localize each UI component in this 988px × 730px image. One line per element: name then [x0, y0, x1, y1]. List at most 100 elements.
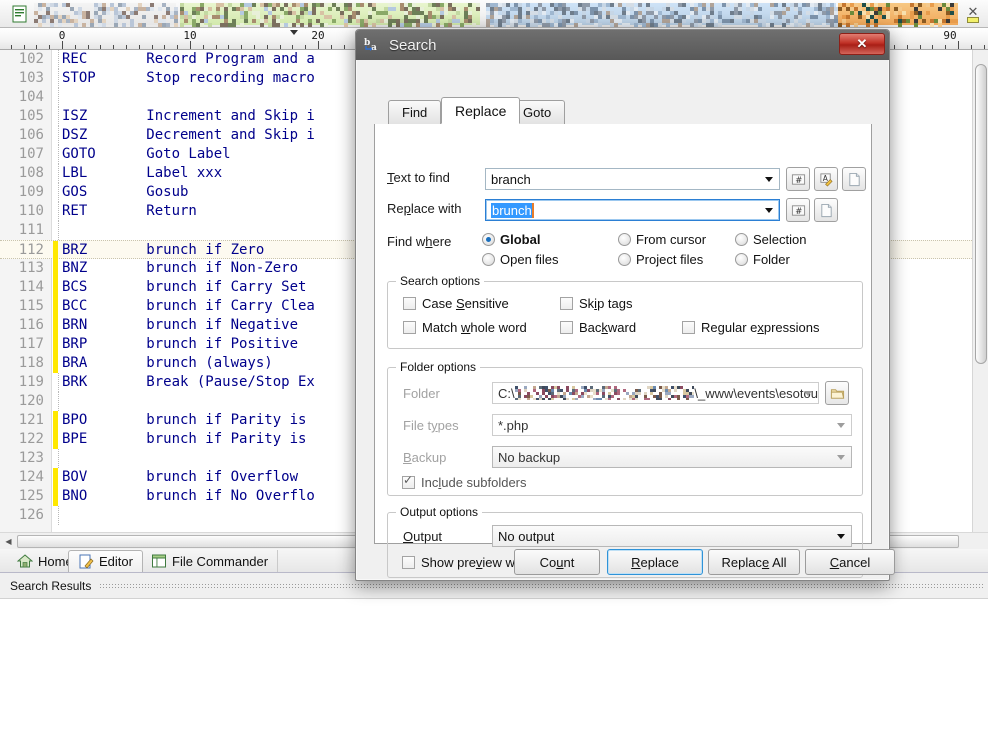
radio-folder-label: Folder	[753, 252, 790, 267]
checkbox-icon	[402, 473, 415, 489]
radio-folder[interactable]: Folder	[735, 252, 790, 267]
text-to-find-label: Text to find	[387, 170, 450, 185]
tab-file-commander[interactable]: File Commander	[142, 550, 279, 572]
chevron-down-icon[interactable]	[837, 534, 845, 539]
backup-select[interactable]: No backup	[492, 446, 852, 468]
file-types-value: *.php	[498, 417, 529, 433]
line-number: 104	[18, 89, 44, 105]
ruler-tick	[344, 45, 345, 49]
editor-vertical-scrollbar-thumb[interactable]	[975, 64, 987, 364]
line-number: 121	[18, 412, 44, 428]
page-icon	[848, 172, 860, 186]
search-results-pane[interactable]	[0, 598, 988, 730]
replace-insert-special-char-button[interactable]: #	[786, 198, 810, 222]
replace-button[interactable]: Replace	[607, 549, 703, 575]
checkbox-case-sensitive[interactable]: Case Sensitive	[403, 296, 509, 311]
redacted-toolbar-icons-blue[interactable]	[486, 3, 838, 27]
find-insert-special-char-button[interactable]: #	[786, 167, 810, 191]
search-dialog[interactable]: b a Search ✕ Find Replace Goto Text to f…	[355, 29, 895, 581]
ruler-tick	[113, 45, 114, 49]
redacted-toolbar-icons-green[interactable]	[180, 3, 480, 27]
tab-editor[interactable]: Editor	[68, 550, 143, 572]
output-select[interactable]: No output	[492, 525, 852, 547]
folder-options-title: Folder options	[396, 360, 481, 374]
fold-guide	[58, 392, 59, 411]
text-to-find-input[interactable]: branch	[485, 168, 780, 190]
dialog-tabs[interactable]: Find Replace Goto	[374, 97, 872, 125]
redacted-toolbar-icons-orange[interactable]	[838, 3, 958, 27]
line-modified-marker	[53, 259, 58, 278]
cancel-button[interactable]: Cancel	[805, 549, 895, 575]
line-modified-marker	[53, 430, 58, 449]
dialog-title-bar[interactable]: b a Search ✕	[356, 30, 889, 60]
ruler-number: 20	[311, 29, 325, 42]
checkbox-regular-expressions[interactable]: Regular expressions	[682, 320, 820, 335]
folder-label: Folder	[403, 386, 440, 401]
tab-replace[interactable]: Replace	[441, 97, 521, 124]
file-types-input[interactable]: *.php	[492, 414, 852, 436]
checkbox-skip-tags[interactable]: Skip tags	[560, 296, 632, 311]
radio-project-files[interactable]: Project files	[618, 252, 703, 267]
checkbox-backward[interactable]: Backward	[560, 320, 636, 335]
replace-with-input[interactable]: brunch	[485, 199, 780, 221]
tab-file-commander-label: File Commander	[172, 553, 269, 569]
ruler-tick	[971, 45, 972, 49]
redacted-toolbar-icons-left[interactable]	[34, 3, 178, 27]
a-pencil-icon: A	[819, 172, 833, 186]
chevron-down-icon[interactable]	[837, 423, 845, 428]
count-button[interactable]: Count	[514, 549, 600, 575]
chevron-down-icon[interactable]	[804, 391, 812, 396]
radio-from-cursor[interactable]: From cursor	[618, 232, 706, 247]
find-paste-from-file-button[interactable]	[842, 167, 866, 191]
code-line-text: LBL Label xxx	[62, 165, 223, 181]
line-number: 107	[18, 146, 44, 162]
radio-open-files[interactable]: Open files	[482, 252, 559, 267]
ruler-tick	[292, 45, 293, 49]
line-number: 123	[18, 450, 44, 466]
ruler-tick	[984, 45, 985, 49]
checkbox-match-whole-word[interactable]: Match whole word	[403, 320, 527, 335]
search-options-title: Search options	[396, 274, 485, 288]
ruler-tick	[49, 45, 50, 49]
count-button-label: Count	[539, 554, 575, 570]
radio-dot-icon	[482, 253, 495, 266]
ruler-tick	[945, 45, 946, 49]
checkbox-regular-expressions-label: Regular expressions	[701, 320, 820, 335]
replace-paste-from-file-button[interactable]	[814, 198, 838, 222]
dialog-close-button[interactable]: ✕	[839, 33, 885, 55]
ruler-tick	[907, 45, 908, 49]
chevron-down-icon[interactable]	[765, 208, 773, 213]
radio-selection[interactable]: Selection	[735, 232, 806, 247]
folder-browse-button[interactable]	[825, 381, 849, 405]
ruler-tick	[126, 45, 127, 49]
top-toolbar[interactable]: ✕	[0, 0, 988, 28]
folder-path-input[interactable]: C:\ \_www\events\esotou	[492, 382, 819, 404]
chevron-down-icon[interactable]	[765, 177, 773, 182]
svg-text:#: #	[795, 205, 802, 215]
toolbar-minimize-icon[interactable]	[967, 17, 979, 23]
scroll-left-arrow-icon[interactable]: ◀	[2, 535, 15, 548]
ruler-tick	[216, 45, 217, 49]
find-where-row: Find where	[387, 234, 451, 249]
line-number: 111	[18, 222, 44, 238]
code-line-text: BNO brunch if No Overflo	[62, 488, 315, 504]
radio-global[interactable]: Global	[482, 232, 540, 247]
checkbox-include-subfolders[interactable]: Include subfolders	[402, 473, 527, 490]
svg-text:a: a	[371, 43, 377, 53]
chevron-down-icon[interactable]	[837, 455, 845, 460]
replace-all-button[interactable]: Replace All	[708, 549, 800, 575]
ruler-number: 90	[943, 29, 957, 42]
ruler-tick	[190, 41, 191, 49]
code-line-text: RET Return	[62, 203, 197, 219]
code-line-text: BRN brunch if Negative	[62, 317, 299, 333]
tab-find[interactable]: Find	[388, 100, 442, 124]
checkbox-icon	[682, 321, 695, 334]
line-number: 106	[18, 127, 44, 143]
document-icon[interactable]	[12, 5, 29, 24]
editor-vertical-scrollbar[interactable]	[972, 50, 988, 532]
find-insert-regex-button[interactable]: A	[814, 167, 838, 191]
line-number: 105	[18, 108, 44, 124]
fold-guide	[58, 145, 59, 164]
cancel-button-label: Cancel	[829, 554, 871, 570]
code-line-text: GOS Gosub	[62, 184, 189, 200]
